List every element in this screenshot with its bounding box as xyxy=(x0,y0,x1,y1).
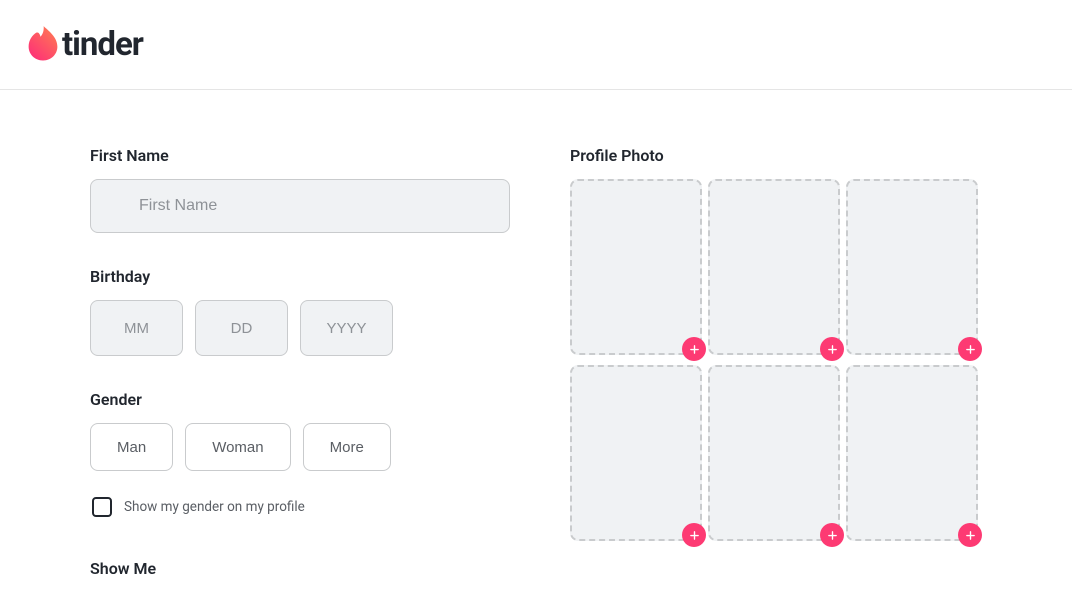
birthday-day-input[interactable] xyxy=(195,300,288,356)
show-gender-label: Show my gender on my profile xyxy=(124,499,305,515)
first-name-input[interactable] xyxy=(90,179,510,233)
photo-slot[interactable] xyxy=(846,365,978,541)
brand-wordmark: tinder xyxy=(62,25,143,64)
plus-icon xyxy=(965,530,976,541)
photo-grid xyxy=(570,179,990,541)
add-photo-button[interactable] xyxy=(820,523,844,547)
photo-slot[interactable] xyxy=(708,365,840,541)
photo-slot[interactable] xyxy=(570,179,702,355)
gender-options: Man Woman More xyxy=(90,423,510,471)
plus-icon xyxy=(827,344,838,355)
profile-photo-label: Profile Photo xyxy=(570,146,990,165)
form-column: First Name Birthday Gender Man Woman Mor… xyxy=(90,146,510,592)
birthday-year-input[interactable] xyxy=(300,300,393,356)
add-photo-button[interactable] xyxy=(958,337,982,361)
first-name-field-wrap xyxy=(90,179,510,233)
photo-slot[interactable] xyxy=(846,179,978,355)
add-photo-button[interactable] xyxy=(820,337,844,361)
gender-option-woman[interactable]: Woman xyxy=(185,423,290,471)
plus-icon xyxy=(827,530,838,541)
show-gender-checkbox[interactable] xyxy=(92,497,112,517)
plus-icon xyxy=(689,344,700,355)
plus-icon xyxy=(965,344,976,355)
flame-icon xyxy=(28,25,58,65)
tinder-logo[interactable]: tinder xyxy=(28,25,143,65)
content: First Name Birthday Gender Man Woman Mor… xyxy=(0,90,1072,592)
birthday-month-input[interactable] xyxy=(90,300,183,356)
add-photo-button[interactable] xyxy=(682,523,706,547)
plus-icon xyxy=(689,530,700,541)
show-gender-row: Show my gender on my profile xyxy=(92,497,510,517)
gender-option-more[interactable]: More xyxy=(303,423,391,471)
show-me-label: Show Me xyxy=(90,559,510,578)
birthday-label: Birthday xyxy=(90,267,510,286)
header: tinder xyxy=(0,0,1072,90)
photo-column: Profile Photo xyxy=(570,146,990,592)
birthday-row xyxy=(90,300,510,356)
add-photo-button[interactable] xyxy=(958,523,982,547)
first-name-label: First Name xyxy=(90,146,510,165)
gender-option-man[interactable]: Man xyxy=(90,423,173,471)
photo-slot[interactable] xyxy=(708,179,840,355)
gender-label: Gender xyxy=(90,390,510,409)
photo-slot[interactable] xyxy=(570,365,702,541)
add-photo-button[interactable] xyxy=(682,337,706,361)
